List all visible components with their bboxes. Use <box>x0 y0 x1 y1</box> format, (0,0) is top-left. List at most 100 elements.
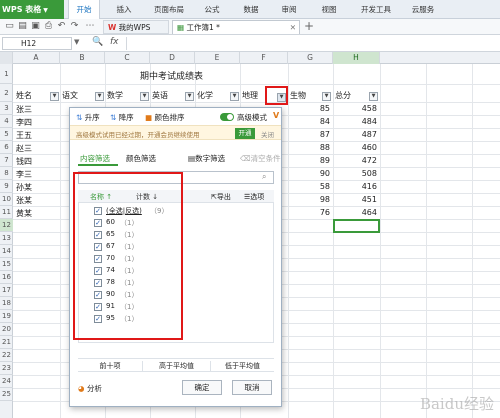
tab-my-wps[interactable]: W 我的WPS <box>103 20 169 34</box>
name-cell[interactable]: 张三 <box>16 104 32 115</box>
save-icon[interactable]: ▣ <box>30 21 41 32</box>
biology-cell[interactable]: 76 <box>288 208 330 217</box>
app-menu-button[interactable]: WPS 表格 ▼ <box>0 0 64 19</box>
tab-view[interactable]: 视图 <box>315 0 343 19</box>
tab-formula[interactable]: 公式 <box>198 0 226 19</box>
total-cell[interactable]: 458 <box>333 104 377 113</box>
biology-cell[interactable]: 88 <box>288 143 330 152</box>
sort-descending-button[interactable]: ⇅ 降序 <box>110 112 134 123</box>
number-filter-button[interactable]: ▤数字筛选 <box>188 153 225 164</box>
close-tab-icon[interactable]: ✕ <box>290 21 296 35</box>
tab-home[interactable]: 开始 <box>68 0 100 19</box>
more-tools-icon[interactable]: ⋯ <box>82 21 98 32</box>
ok-button[interactable]: 确定 <box>182 380 222 395</box>
row-header[interactable]: 5 <box>0 128 13 141</box>
total-cell[interactable]: 460 <box>333 143 377 152</box>
close-notice-button[interactable]: 关闭 <box>261 129 274 139</box>
name-cell[interactable]: 钱四 <box>16 156 32 167</box>
zoom-icon[interactable]: 🔍 <box>92 37 103 47</box>
column-header-f[interactable]: F <box>240 52 288 64</box>
column-header-h[interactable]: H <box>333 52 380 64</box>
column-header-g[interactable]: G <box>288 52 333 64</box>
total-cell[interactable]: 484 <box>333 117 377 126</box>
name-box[interactable]: H12 <box>2 37 72 50</box>
below-average-button[interactable]: 低于平均值 <box>210 361 274 371</box>
name-cell[interactable]: 孙某 <box>16 182 32 193</box>
row-header[interactable]: 25 <box>0 388 13 401</box>
select-all-corner[interactable] <box>0 52 13 64</box>
tab-data[interactable]: 数据 <box>237 0 265 19</box>
row-header[interactable]: 7 <box>0 154 13 167</box>
row-header[interactable]: 23 <box>0 362 13 375</box>
name-cell[interactable]: 李四 <box>16 117 32 128</box>
tab-developer[interactable]: 开发工具 <box>353 0 399 19</box>
open-folder-icon[interactable]: ▤ <box>17 21 28 32</box>
filter-dropdown-total[interactable]: ▼ <box>369 92 378 101</box>
row-header[interactable]: 13 <box>0 232 13 245</box>
name-cell[interactable]: 黄某 <box>16 208 32 219</box>
total-cell[interactable]: 472 <box>333 156 377 165</box>
name-cell[interactable]: 张某 <box>16 195 32 206</box>
tab-content-filter[interactable]: 内容筛选 <box>80 153 110 164</box>
row-header[interactable]: 16 <box>0 271 13 284</box>
row-header[interactable]: 18 <box>0 297 13 310</box>
sort-by-color-button[interactable]: ■ 颜色排序 <box>145 112 184 123</box>
tab-cloud[interactable]: 云服务 <box>405 0 441 19</box>
formula-input[interactable] <box>126 37 498 50</box>
row-header[interactable]: 20 <box>0 323 13 336</box>
row-header[interactable]: 15 <box>0 258 13 271</box>
row-header[interactable]: 12 <box>0 219 13 232</box>
selected-cell[interactable] <box>333 219 380 233</box>
filter-dropdown-biology[interactable]: ▼ <box>322 92 331 101</box>
undo-icon[interactable]: ↶ <box>56 21 67 32</box>
biology-cell[interactable]: 87 <box>288 130 330 139</box>
sort-ascending-button[interactable]: ⇅ 升序 <box>76 112 100 123</box>
row-header[interactable]: 17 <box>0 284 13 297</box>
above-average-button[interactable]: 高于平均值 <box>142 361 210 371</box>
column-header-c[interactable]: C <box>105 52 150 64</box>
new-file-icon[interactable]: ▭ <box>4 21 15 32</box>
clear-conditions-button[interactable]: ⌫清空条件 <box>240 153 281 164</box>
row-header[interactable]: 3 <box>0 102 13 115</box>
row-header[interactable]: 8 <box>0 167 13 180</box>
tab-workbook[interactable]: ▦ 工作簿1 * ✕ <box>172 20 300 34</box>
total-cell[interactable]: 508 <box>333 169 377 178</box>
total-cell[interactable]: 451 <box>333 195 377 204</box>
options-button[interactable]: ☰选项 <box>244 192 264 202</box>
cancel-button[interactable]: 取消 <box>232 380 272 395</box>
biology-cell[interactable]: 90 <box>288 169 330 178</box>
filter-dropdown-english[interactable]: ▼ <box>185 92 194 101</box>
filter-dropdown-chinese[interactable]: ▼ <box>95 92 104 101</box>
total-cell[interactable]: 416 <box>333 182 377 191</box>
column-header-d[interactable]: D <box>150 52 195 64</box>
row-header[interactable]: 6 <box>0 141 13 154</box>
row-header[interactable]: 1 <box>0 64 13 84</box>
row-header[interactable]: 2 <box>0 84 13 102</box>
analysis-button[interactable]: ◕ 分析 <box>78 383 102 394</box>
tab-page-layout[interactable]: 页面布局 <box>146 0 192 19</box>
row-header[interactable]: 22 <box>0 349 13 362</box>
row-header[interactable]: 11 <box>0 206 13 219</box>
open-membership-button[interactable]: 开通 <box>235 128 255 139</box>
filter-dropdown-math[interactable]: ▼ <box>140 92 149 101</box>
print-icon[interactable]: ⎙ <box>43 21 54 32</box>
row-header[interactable]: 21 <box>0 336 13 349</box>
column-header-e[interactable]: E <box>195 52 240 64</box>
chevron-down-icon[interactable]: ▼ <box>74 38 79 46</box>
row-header[interactable]: 14 <box>0 245 13 258</box>
row-header[interactable]: 4 <box>0 115 13 128</box>
row-header[interactable]: 10 <box>0 193 13 206</box>
tab-color-filter[interactable]: 颜色筛选 <box>126 153 156 164</box>
biology-cell[interactable]: 58 <box>288 182 330 191</box>
fx-icon[interactable]: fx <box>110 37 119 47</box>
tab-insert[interactable]: 插入 <box>110 0 138 19</box>
name-cell[interactable]: 赵三 <box>16 143 32 154</box>
biology-cell[interactable]: 98 <box>288 195 330 204</box>
total-cell[interactable]: 464 <box>333 208 377 217</box>
column-header-b[interactable]: B <box>60 52 105 64</box>
row-header[interactable]: 19 <box>0 310 13 323</box>
new-tab-icon[interactable]: + <box>304 19 314 34</box>
biology-cell[interactable]: 85 <box>288 104 330 113</box>
filter-dropdown-name[interactable]: ▼ <box>50 92 59 101</box>
redo-icon[interactable]: ↷ <box>69 21 80 32</box>
